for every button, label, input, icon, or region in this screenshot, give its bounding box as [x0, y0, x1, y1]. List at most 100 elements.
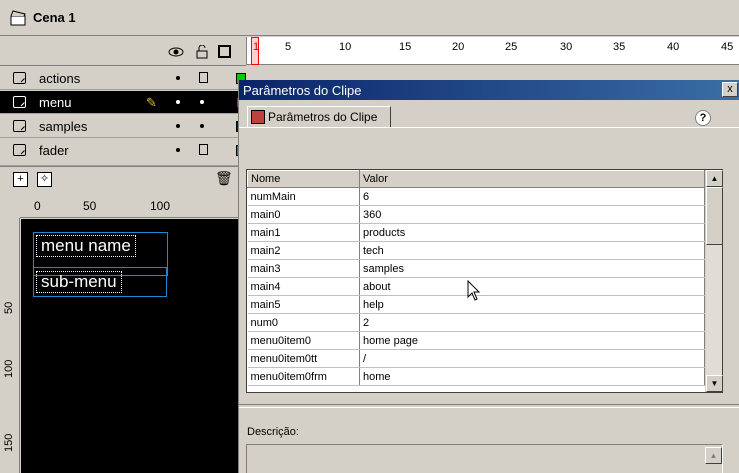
param-value-cell[interactable]: about [359, 277, 705, 296]
stage[interactable]: menu name sub-menu [21, 219, 246, 473]
menu-name-clip[interactable]: menu name [36, 235, 136, 257]
frame-number: 5 [285, 41, 292, 53]
visibility-dot[interactable] [176, 100, 180, 104]
visibility-dot[interactable] [176, 76, 180, 80]
layer-icon [13, 96, 26, 108]
table-row[interactable]: numMain 6 [247, 187, 705, 206]
column-header-value[interactable]: Valor [359, 170, 705, 188]
ruler-label: 50 [83, 199, 97, 213]
lock-icon[interactable] [196, 44, 210, 59]
trash-icon[interactable]: 🗑 [215, 171, 233, 187]
table-row[interactable]: menu0item0tt / [247, 349, 705, 368]
stage-ruler-left: 50 100 150 [0, 218, 20, 473]
param-name-cell[interactable]: menu0item0 [247, 331, 360, 350]
frame-number: 35 [613, 41, 626, 53]
frame-number: 1 [253, 41, 260, 53]
visibility-dot[interactable] [176, 124, 180, 128]
stage-ruler-top: 0 50 100 [20, 196, 240, 218]
param-name-cell[interactable]: menu0item0tt [247, 349, 360, 368]
frame-number: 40 [667, 41, 680, 53]
scroll-thumb[interactable] [706, 187, 723, 245]
add-guide-layer-icon[interactable]: ✧ [37, 172, 52, 187]
outline-icon[interactable] [218, 45, 231, 58]
param-value-cell[interactable]: products [359, 223, 705, 242]
param-name-cell[interactable]: main3 [247, 259, 360, 278]
pencil-icon: ✎ [146, 95, 157, 110]
scroll-down-icon[interactable]: ▼ [706, 375, 723, 392]
parameters-grid: Nome Valor numMain 6 main0 360 main1 products… [247, 170, 705, 386]
eye-icon[interactable] [168, 45, 184, 59]
description-box[interactable]: ▲ [246, 444, 723, 473]
param-value-cell[interactable]: / [359, 349, 705, 368]
param-value-cell[interactable]: tech [359, 241, 705, 260]
help-button[interactable]: ? [695, 110, 711, 126]
scene-icon [10, 10, 26, 26]
table-scrollbar[interactable]: ▲ ▼ [705, 170, 723, 392]
lock-dot[interactable] [200, 100, 204, 104]
lock-icon[interactable] [199, 144, 208, 155]
frame-number: 10 [339, 41, 352, 53]
visibility-dot[interactable] [176, 148, 180, 152]
param-value-cell[interactable]: home [359, 367, 705, 386]
close-button[interactable]: x [722, 82, 738, 97]
ruler-label: 100 [150, 199, 171, 213]
ruler-label: 50 [3, 301, 15, 314]
table-row[interactable]: main3 samples [247, 259, 705, 278]
param-name-cell[interactable]: main0 [247, 205, 360, 224]
param-name-cell[interactable]: main1 [247, 223, 360, 242]
param-name-cell[interactable]: num0 [247, 313, 360, 332]
description-label: Descrição: [247, 426, 299, 438]
add-layer-icon[interactable]: + [13, 172, 28, 187]
sub-menu-clip-frame[interactable] [33, 267, 167, 297]
layer-row-menu[interactable]: menu ✎ [0, 91, 246, 114]
scroll-up-icon[interactable]: ▲ [706, 170, 723, 187]
layer-row-fader[interactable]: fader [0, 139, 246, 166]
param-value-cell[interactable]: 360 [359, 205, 705, 224]
clip-parameters-dialog: Parâmetros do Clipe x Parâmetros do Clip… [238, 80, 739, 473]
layer-name: actions [39, 71, 81, 86]
layer-header [0, 37, 246, 66]
param-value-cell[interactable]: help [359, 295, 705, 314]
param-value-cell[interactable]: 6 [359, 187, 705, 206]
param-value-cell[interactable]: 2 [359, 313, 705, 332]
param-name-cell[interactable]: numMain [247, 187, 360, 206]
table-row[interactable]: main1 products [247, 223, 705, 242]
ruler-label: 100 [3, 359, 15, 378]
table-row[interactable]: num0 2 [247, 313, 705, 332]
table-row[interactable]: menu0item0frm home [247, 367, 705, 386]
param-name-cell[interactable]: menu0item0frm [247, 367, 360, 386]
tab-clip-parameters[interactable]: Parâmetros do Clipe [247, 106, 391, 127]
layer-row-actions[interactable]: actions [0, 67, 246, 90]
param-value-cell[interactable]: home page [359, 331, 705, 350]
ruler-label: 150 [3, 433, 15, 452]
param-name-cell[interactable]: main2 [247, 241, 360, 260]
param-name-cell[interactable]: main4 [247, 277, 360, 296]
frame-number: 20 [452, 41, 465, 53]
frame-number: 30 [560, 41, 573, 53]
layer-name: fader [39, 143, 69, 158]
table-row[interactable]: main2 tech [247, 241, 705, 260]
ruler-label: 0 [34, 199, 41, 213]
layer-icon [13, 72, 26, 84]
table-row[interactable]: menu0item0 home page [247, 331, 705, 350]
dialog-titlebar[interactable]: Parâmetros do Clipe x [239, 80, 739, 100]
layer-icon [13, 144, 26, 156]
scroll-up-icon[interactable]: ▲ [705, 447, 722, 464]
frame-number: 15 [399, 41, 412, 53]
layer-row-samples[interactable]: samples [0, 115, 246, 138]
table-header-row: Nome Valor [247, 170, 705, 188]
frame-number: 45 [721, 41, 734, 53]
panel-divider[interactable] [239, 404, 739, 408]
scene-title[interactable]: Cena 1 [33, 10, 76, 25]
lock-dot[interactable] [200, 124, 204, 128]
table-row[interactable]: main0 360 [247, 205, 705, 224]
timeline-ruler[interactable]: 1 5 10 15 20 25 30 35 40 45 [246, 37, 739, 65]
param-value-cell[interactable]: samples [359, 259, 705, 278]
lock-icon[interactable] [199, 72, 208, 83]
frame-number: 25 [505, 41, 518, 53]
column-header-name[interactable]: Nome [247, 170, 360, 188]
layer-icon [13, 120, 26, 132]
layer-name: menu [39, 95, 72, 110]
parameters-table[interactable]: Nome Valor numMain 6 main0 360 main1 products… [246, 169, 723, 393]
param-name-cell[interactable]: main5 [247, 295, 360, 314]
